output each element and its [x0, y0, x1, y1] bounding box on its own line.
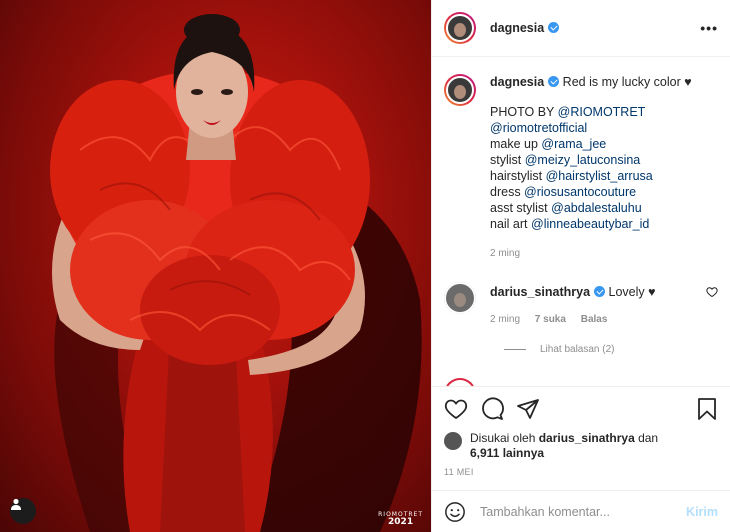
mention-link[interactable]: @linneabeautybar_id — [531, 217, 649, 231]
next-comment-avatar-peek — [444, 378, 476, 386]
comments-section[interactable]: dagnesia Red is my lucky color ♥ PHOTO B… — [432, 58, 730, 386]
post-detail-panel: dagnesia ••• dagnesia Red is my lucky co… — [431, 0, 730, 532]
post-actions: Disukai oleh darius_sinathrya dan 6,911 … — [432, 386, 730, 477]
comment-time[interactable]: 2 ming — [490, 314, 520, 325]
comment-bubble-icon[interactable] — [480, 397, 504, 421]
save-bookmark-icon[interactable] — [696, 397, 718, 421]
credit-line: @riomotretofficial — [490, 120, 718, 136]
like-heart-icon[interactable] — [444, 397, 468, 421]
post-photo[interactable]: RIOMOTRET 2021 — [0, 0, 431, 532]
likes-middle: dan — [634, 431, 659, 445]
caption-username[interactable]: dagnesia — [490, 75, 544, 89]
credit-line: make up @rama_jee — [490, 137, 607, 151]
commenter-username[interactable]: darius_sinathrya — [490, 285, 590, 299]
caption-text: Red is my lucky color ♥ — [562, 75, 692, 89]
post-comment-button[interactable]: Kirim — [686, 505, 718, 519]
post-header: dagnesia ••• — [432, 0, 730, 57]
mention-link[interactable]: @riomotretofficial — [490, 121, 587, 135]
comment-text: Lovely ♥ — [608, 285, 656, 299]
commenter-avatar[interactable] — [444, 282, 476, 314]
add-comment-bar: Kirim — [432, 490, 730, 532]
more-options-icon[interactable]: ••• — [700, 20, 718, 36]
mention-link[interactable]: @abdalestaluhu — [551, 201, 642, 215]
likes-count[interactable]: 6,911 lainnya — [470, 446, 544, 460]
credit-line: asst stylist @abdalestaluhu — [490, 201, 642, 215]
photo-illustration — [50, 14, 422, 532]
author-username[interactable]: dagnesia — [490, 21, 560, 35]
mention-link[interactable]: @RIOMOTRET — [558, 105, 646, 119]
caption: dagnesia Red is my lucky color ♥ PHOTO B… — [444, 74, 718, 262]
author-avatar[interactable] — [444, 12, 476, 44]
verified-badge-icon — [594, 286, 606, 297]
mention-link[interactable]: @hairstylist_arrusa — [546, 169, 653, 183]
caption-credits: PHOTO BY @RIOMOTRET @riomotretofficial m… — [490, 104, 718, 232]
verified-badge-icon — [548, 22, 560, 33]
credit-line: stylist @meizy_latuconsina — [490, 153, 641, 167]
caption-time[interactable]: 2 ming — [490, 248, 520, 259]
likes-prefix: Disukai oleh — [470, 431, 539, 445]
user-icon — [11, 498, 21, 510]
caption-avatar[interactable] — [444, 74, 476, 106]
mention-link[interactable]: @rama_jee — [541, 137, 606, 151]
liker-username[interactable]: darius_sinathrya — [539, 431, 635, 445]
reply-button[interactable]: Balas — [581, 314, 608, 325]
post-date[interactable]: 11 MEI — [444, 467, 718, 477]
verified-badge-icon — [548, 76, 560, 87]
comment-item: darius_sinathrya Lovely ♥ 2 ming 7 suka … — [444, 282, 718, 328]
credit-line: nail art @linneabeautybar_id — [490, 217, 650, 231]
credit-line: hairstylist @hairstylist_arrusa — [490, 169, 653, 183]
watermark-year: 2021 — [388, 517, 414, 528]
comment-like-heart-icon[interactable] — [706, 286, 718, 298]
likes-summary: Disukai oleh darius_sinathrya dan 6,911 … — [444, 431, 718, 461]
credit-line: dress @riosusantocouture — [490, 185, 637, 199]
share-paper-plane-icon[interactable] — [516, 397, 540, 421]
emoji-smiley-icon[interactable] — [444, 501, 466, 523]
photo-watermark: RIOMOTRET 2021 — [378, 511, 423, 528]
view-replies-button[interactable]: Lihat balasan (2) — [504, 344, 718, 355]
mention-link[interactable]: @riosusantocouture — [524, 185, 636, 199]
liker-avatar[interactable] — [444, 432, 462, 450]
tagged-users-button[interactable] — [10, 498, 36, 524]
comment-like-count[interactable]: 7 suka — [535, 314, 566, 325]
comment-input[interactable] — [480, 504, 687, 519]
mention-link[interactable]: @meizy_latuconsina — [525, 153, 641, 167]
credit-line: PHOTO BY @RIOMOTRET — [490, 105, 646, 119]
